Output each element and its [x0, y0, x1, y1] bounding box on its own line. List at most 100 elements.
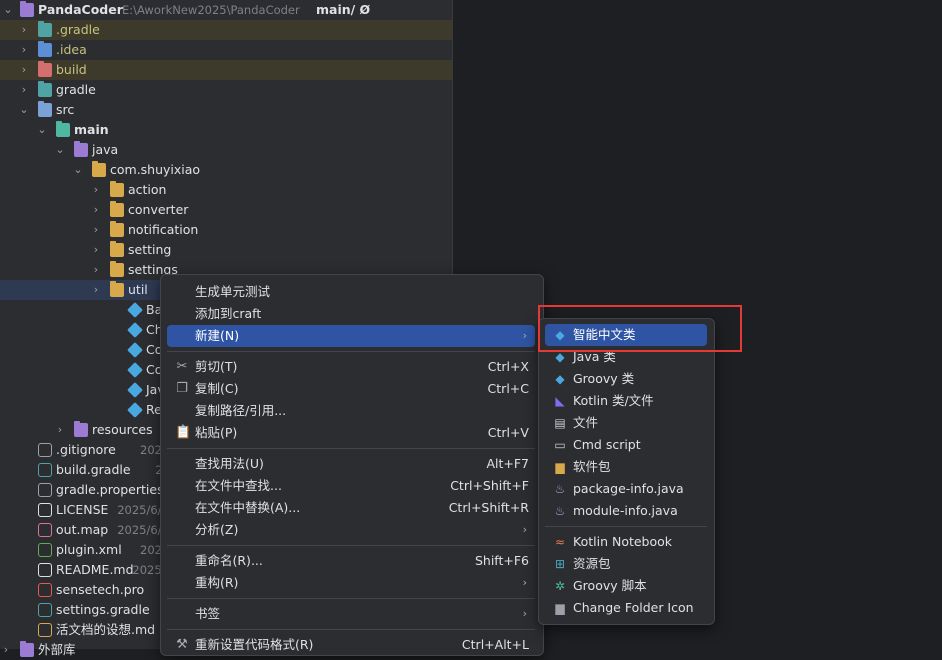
tree-item-label: java	[92, 142, 119, 157]
chevron-right-icon[interactable]: ›	[54, 420, 66, 440]
tree-item-label: action	[128, 182, 167, 197]
class-icon	[127, 302, 143, 318]
chevron-down-icon[interactable]: ⌄	[36, 120, 48, 140]
tree-row[interactable]: ⌄ com.shuyixiao	[0, 160, 452, 180]
submenu-item[interactable]: ▆ 软件包	[545, 456, 707, 478]
project-root-row[interactable]: ⌄ PandaCoder E:\AworkNew2025\PandaCoder …	[0, 0, 452, 20]
chevron-right-icon[interactable]: ›	[18, 60, 30, 80]
tree-row[interactable]: › setting	[0, 240, 452, 260]
tree-row[interactable]: › action	[0, 180, 452, 200]
submenu-item[interactable]: ⊞ 资源包	[545, 553, 707, 575]
menu-item[interactable]: 查找用法(U) Alt+F7	[167, 453, 535, 475]
file-icon: ▤	[554, 416, 566, 430]
class-icon	[127, 362, 143, 378]
tree-item-label: settings.gradle	[56, 602, 150, 617]
menu-separator	[167, 629, 535, 630]
submenu-item[interactable]: ♨ module-info.java	[545, 500, 707, 522]
submenu-item[interactable]: ≈ Kotlin Notebook	[545, 531, 707, 553]
folder-src-icon	[38, 101, 52, 117]
menu-item-label: 重新设置代码格式(R)	[195, 637, 314, 652]
copy-icon: ❐	[176, 381, 188, 396]
tree-item-label: 活文档的设想.md	[56, 622, 156, 637]
menu-item-label: 在文件中替换(A)...	[195, 500, 301, 515]
chevron-down-icon[interactable]: ⌄	[54, 140, 66, 160]
folder-java-icon	[74, 141, 88, 157]
tree-row[interactable]: › converter	[0, 200, 452, 220]
folder-icon: ▆	[555, 601, 565, 615]
menu-item-shortcut: Ctrl+V	[487, 425, 529, 440]
submenu-arrow-icon: ›	[522, 576, 527, 589]
tree-row[interactable]: ⌄ src	[0, 100, 452, 120]
map-file-icon	[38, 523, 52, 537]
format-icon: ⚒	[176, 637, 188, 652]
tree-item-label: .idea	[56, 42, 87, 57]
markdown-icon	[38, 623, 52, 637]
paste-icon: 📋	[175, 425, 192, 440]
menu-separator	[545, 526, 707, 527]
submenu-item[interactable]: ▭ Cmd script	[545, 434, 707, 456]
submenu-item[interactable]: ▆ Change Folder Icon	[545, 597, 707, 619]
class-icon	[127, 402, 143, 418]
menu-item-label: 复制(C)	[195, 381, 239, 396]
submenu-item[interactable]: ▤ 文件	[545, 412, 707, 434]
menu-item[interactable]: 生成单元测试	[167, 281, 535, 303]
menu-item[interactable]: 在文件中查找... Ctrl+Shift+F	[167, 475, 535, 497]
folder-resources-icon	[74, 421, 88, 437]
tree-row[interactable]: › build	[0, 60, 452, 80]
chevron-right-icon[interactable]: ›	[18, 20, 30, 40]
tree-item-label: sensetech.pro	[56, 582, 145, 597]
menu-item[interactable]: 添加到craft	[167, 303, 535, 325]
chevron-right-icon[interactable]: ›	[18, 80, 30, 100]
menu-item[interactable]: 分析(Z) ›	[167, 519, 535, 541]
chevron-right-icon[interactable]: ›	[90, 220, 102, 240]
menu-item[interactable]: 书签 ›	[167, 603, 535, 625]
submenu-item[interactable]: ♨ package-info.java	[545, 478, 707, 500]
menu-item[interactable]: ❐ 复制(C) Ctrl+C	[167, 378, 535, 400]
menu-item[interactable]: 新建(N) ›	[167, 325, 535, 347]
chevron-down-icon[interactable]: ⌄	[18, 100, 30, 120]
menu-item[interactable]: ⚒ 重新设置代码格式(R) Ctrl+Alt+L	[167, 634, 535, 656]
license-icon	[38, 503, 52, 517]
gradle-file-icon	[38, 603, 52, 617]
menu-item[interactable]: 重命名(R)... Shift+F6	[167, 550, 535, 572]
menu-item[interactable]: 重构(R) ›	[167, 572, 535, 594]
menu-separator	[167, 598, 535, 599]
chevron-right-icon[interactable]: ›	[90, 240, 102, 260]
submenu-item[interactable]: ✲ Groovy 脚本	[545, 575, 707, 597]
java-class-icon: ◆	[555, 350, 565, 364]
menu-separator	[167, 545, 535, 546]
package-icon	[110, 281, 124, 297]
tree-item-label: .gradle	[56, 22, 100, 37]
submenu-item-label: 文件	[573, 415, 599, 430]
tree-row[interactable]: › .idea	[0, 40, 452, 60]
chevron-right-icon[interactable]: ›	[90, 180, 102, 200]
tree-row[interactable]: ⌄ main	[0, 120, 452, 140]
class-icon	[127, 342, 143, 358]
cmd-icon: ▭	[554, 438, 566, 452]
chevron-right-icon[interactable]: ›	[90, 260, 102, 280]
package-icon	[110, 221, 124, 237]
chevron-right-icon[interactable]: ›	[18, 40, 30, 60]
submenu-item-label: Change Folder Icon	[573, 600, 694, 615]
package-icon: ▆	[555, 460, 565, 474]
package-icon	[92, 161, 106, 177]
submenu-item[interactable]: ◣ Kotlin 类/文件	[545, 390, 707, 412]
menu-item-shortcut: Shift+F6	[474, 553, 529, 568]
tree-row[interactable]: ⌄ java	[0, 140, 452, 160]
menu-item[interactable]: 📋 粘贴(P) Ctrl+V	[167, 422, 535, 444]
tree-row[interactable]: › notification	[0, 220, 452, 240]
chevron-down-icon[interactable]: ⌄	[72, 160, 84, 180]
menu-item[interactable]: ✂ 剪切(T) Ctrl+X	[167, 356, 535, 378]
menu-item[interactable]: 复制路径/引用...	[167, 400, 535, 422]
tree-row[interactable]: › gradle	[0, 80, 452, 100]
submenu-item[interactable]: ◆ Groovy 类	[545, 368, 707, 390]
chevron-right-icon[interactable]: ›	[90, 280, 102, 300]
chevron-right-icon[interactable]: ›	[90, 200, 102, 220]
tree-row[interactable]: › .gradle	[0, 20, 452, 40]
tree-item-label: gradle.properties	[56, 482, 164, 497]
menu-item[interactable]: 在文件中替换(A)... Ctrl+Shift+R	[167, 497, 535, 519]
gitignore-icon	[38, 443, 52, 457]
chevron-right-icon[interactable]: ›	[0, 640, 12, 660]
chevron-down-icon[interactable]: ⌄	[2, 0, 14, 20]
menu-item-shortcut: Ctrl+C	[487, 381, 529, 396]
